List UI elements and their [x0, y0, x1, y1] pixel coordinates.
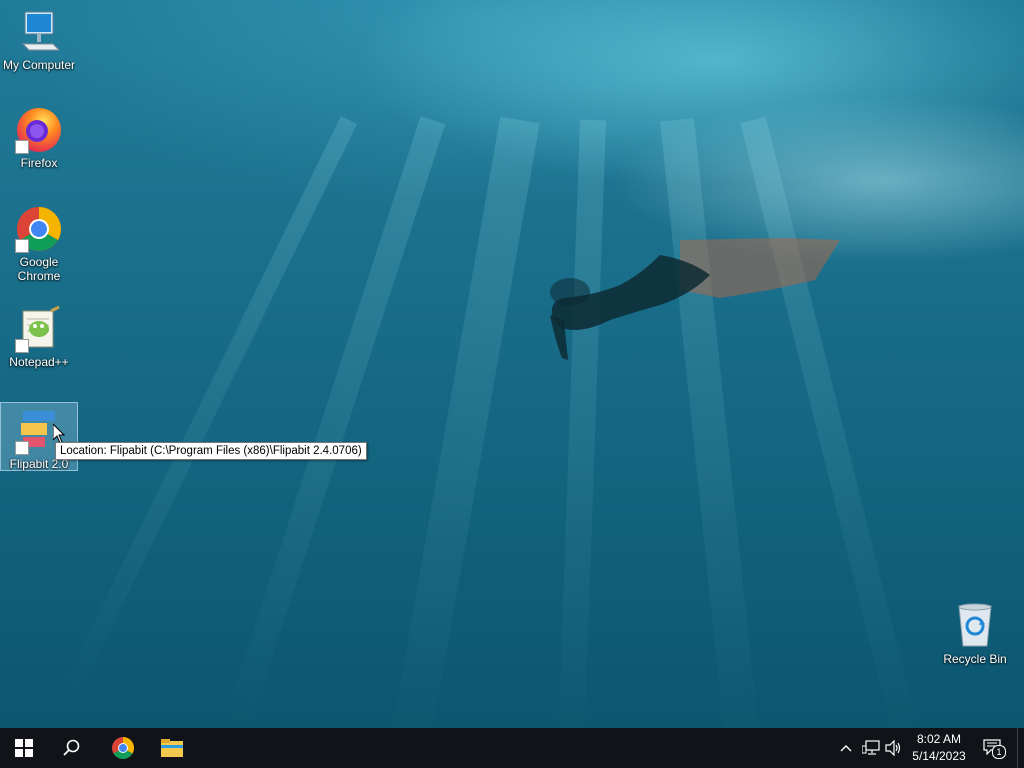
desktop-icon-my-computer[interactable]: My Computer	[1, 8, 77, 72]
network-icon	[862, 740, 880, 755]
light-ray	[60, 116, 358, 700]
light-ray	[740, 116, 921, 728]
show-desktop-button[interactable]	[1017, 728, 1024, 768]
computer-icon	[15, 8, 63, 56]
volume-button[interactable]	[883, 728, 905, 768]
taskbar-file-explorer-button[interactable]	[148, 728, 196, 768]
chevron-up-icon	[840, 745, 852, 752]
speaker-icon	[885, 740, 901, 756]
notification-count-badge: 1	[992, 745, 1006, 759]
desktop-icon-label: Google Chrome	[17, 255, 61, 283]
taskbar: 8:02 AM 5/14/2023 1	[0, 728, 1024, 768]
mouse-cursor-icon	[53, 424, 65, 444]
wallpaper-diver	[550, 238, 840, 360]
shortcut-arrow-icon	[15, 239, 29, 253]
windows-logo-icon	[15, 739, 33, 757]
desktop-icon-google-chrome[interactable]: Google Chrome	[1, 205, 77, 283]
firefox-icon	[15, 106, 63, 154]
tooltip: Location: Flipabit (C:\Program Files (x8…	[55, 442, 367, 460]
chrome-icon	[112, 737, 134, 759]
desktop[interactable]: My Computer Firefox Google Chrome Notepa…	[0, 0, 1024, 728]
desktop-icon-label: Notepad++	[9, 355, 69, 369]
network-button[interactable]	[860, 728, 882, 768]
start-button[interactable]	[0, 728, 48, 768]
desktop-icon-flipabit[interactable]: Flipabit 2.0	[0, 402, 78, 471]
light-ray	[557, 119, 606, 728]
clock-date: 5/14/2023	[912, 749, 966, 763]
desktop-icon-recycle-bin[interactable]: Recycle Bin	[937, 602, 1013, 666]
file-explorer-icon	[161, 739, 183, 757]
search-icon	[63, 739, 80, 756]
shortcut-arrow-icon	[15, 140, 29, 154]
light-ray	[660, 118, 761, 728]
notepadpp-icon	[15, 305, 63, 353]
desktop-icon-firefox[interactable]: Firefox	[1, 106, 77, 170]
clock-time: 8:02 AM	[916, 732, 962, 746]
desktop-icon-label: My Computer	[2, 58, 76, 72]
search-button[interactable]	[48, 728, 96, 768]
desktop-icon-notepadpp[interactable]: Notepad++	[1, 305, 77, 369]
desktop-icon-label: Recycle Bin	[943, 652, 1007, 666]
clock-button[interactable]: 8:02 AM 5/14/2023	[903, 731, 975, 765]
shortcut-arrow-icon	[15, 441, 29, 455]
shortcut-arrow-icon	[15, 339, 29, 353]
recycle-bin-icon	[951, 602, 999, 650]
show-hidden-icons-button[interactable]	[836, 728, 856, 768]
taskbar-chrome-button[interactable]	[99, 728, 147, 768]
action-center-button[interactable]: 1	[978, 728, 1008, 768]
chrome-icon	[15, 205, 63, 253]
desktop-icon-label: Firefox	[20, 156, 58, 170]
